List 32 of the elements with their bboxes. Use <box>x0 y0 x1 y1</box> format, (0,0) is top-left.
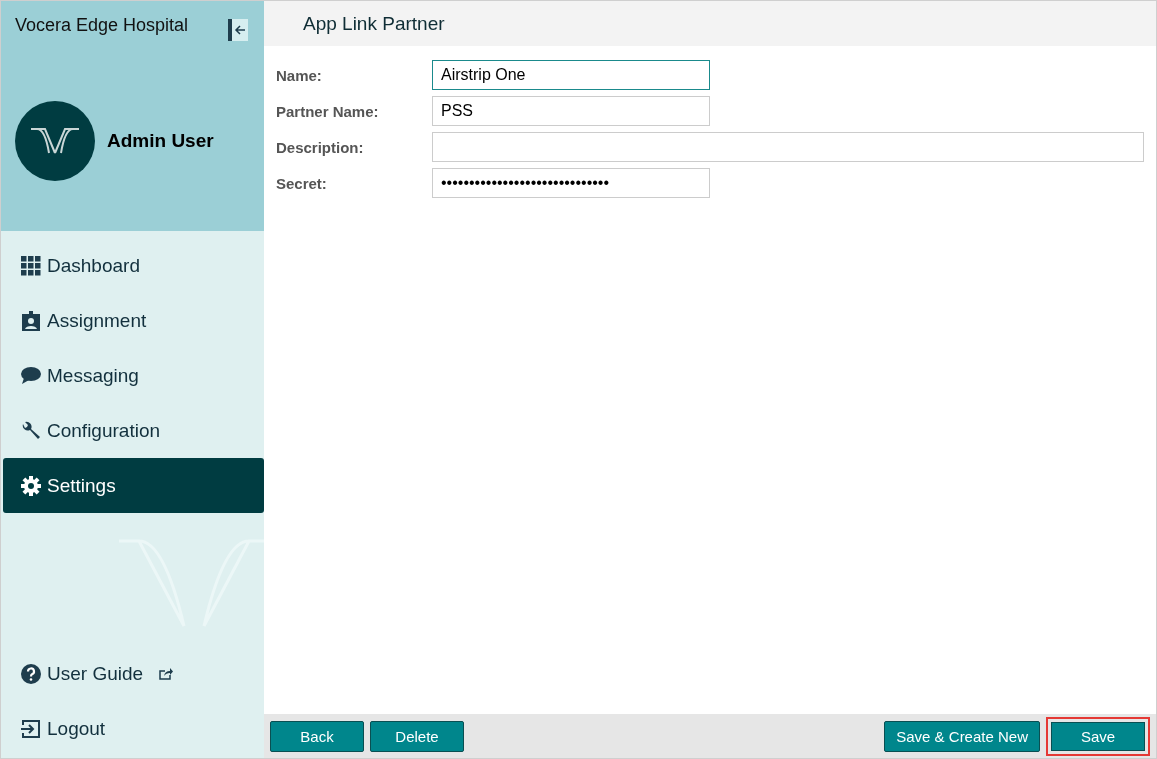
grid-icon <box>21 255 41 276</box>
field-label: Secret: <box>276 174 328 192</box>
footer-button[interactable]: Save <box>1046 716 1150 756</box>
user-name: Admin User <box>107 130 214 152</box>
input-field[interactable]: •••••••••••••••••••••••••••••• <box>432 168 710 198</box>
nav-item[interactable]: Logout <box>3 701 264 756</box>
nav-item[interactable]: Configuration <box>3 403 264 458</box>
settings-icon <box>21 475 41 496</box>
external-link-icon <box>159 667 174 680</box>
nav-item[interactable]: Settings <box>3 458 264 513</box>
field-label: Partner Name: <box>276 102 380 120</box>
field-label: Name: <box>276 66 323 84</box>
nav-item[interactable]: Messaging <box>3 348 264 403</box>
nav-item[interactable]: User Guide <box>3 646 264 701</box>
badge-icon <box>21 310 41 331</box>
left-arrow-icon <box>234 24 246 36</box>
input-field[interactable]: PSS <box>432 96 710 126</box>
footer-button[interactable]: Save & Create New <box>884 720 1040 752</box>
logout-icon <box>21 718 41 739</box>
field-label: Description: <box>276 138 365 156</box>
help-icon <box>21 663 41 684</box>
nav-item[interactable]: Dashboard <box>3 238 264 293</box>
footer-button[interactable]: Back <box>270 720 364 752</box>
input-field[interactable]: Airstrip One <box>432 60 710 90</box>
input-field[interactable] <box>432 132 1144 162</box>
wrench-icon <box>21 420 41 441</box>
footer-button[interactable]: Delete <box>370 720 464 752</box>
collapse-sidebar-button[interactable] <box>228 19 248 41</box>
nav-item[interactable]: Assignment <box>3 293 264 348</box>
page-title: App Link Partner <box>303 12 445 35</box>
speech-bubble-icon <box>21 365 41 386</box>
hospital-name: Vocera Edge Hospital <box>15 15 189 36</box>
